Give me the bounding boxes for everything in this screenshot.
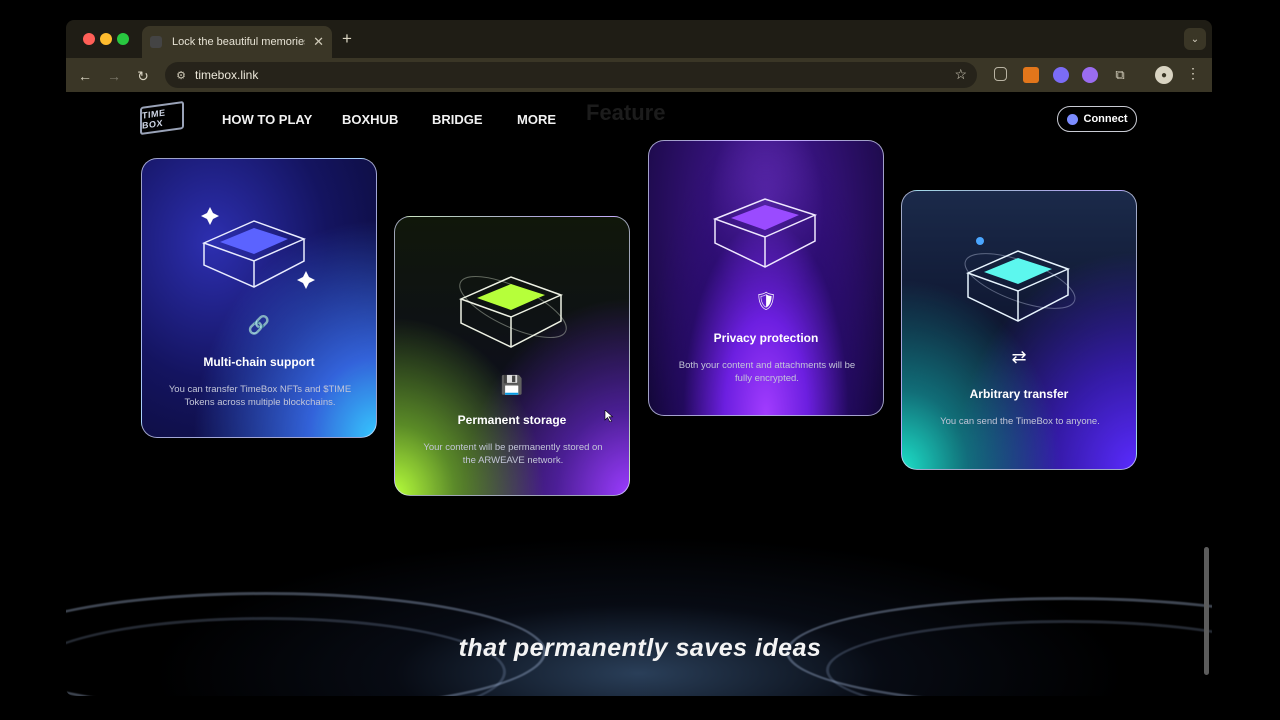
address-bar[interactable]: ⚙ timebox.link ☆ (165, 62, 977, 88)
close-window-button[interactable] (83, 33, 95, 45)
favicon-icon (150, 36, 162, 48)
tab-search-chevron-icon[interactable]: ⌄ (1184, 28, 1206, 50)
browser-menu-icon[interactable]: ⋮ (1186, 65, 1200, 82)
card-description: Your content will be permanently stored … (423, 442, 603, 466)
feature-card-permanent-storage[interactable]: 💾 Permanent storage Your content will be… (394, 216, 630, 496)
phantom-extension-icon[interactable] (1082, 67, 1098, 83)
extensions-puzzle-icon[interactable]: ⧉ (1112, 67, 1128, 83)
feature-card-privacy[interactable]: 🛡 Privacy protection Both your content a… (648, 140, 884, 416)
connect-wallet-button[interactable]: Connect (1057, 106, 1137, 132)
feature-card-arbitrary-transfer[interactable]: ⇄ Arbitrary transfer You can send the Ti… (901, 190, 1137, 470)
box-illustration-icon (712, 198, 818, 268)
back-arrow-icon[interactable]: ← (74, 65, 96, 87)
maximize-window-button[interactable] (117, 33, 129, 45)
bookmark-star-icon[interactable]: ☆ (954, 66, 967, 83)
url-text[interactable]: timebox.link (195, 68, 258, 82)
card-title: Privacy protection (713, 331, 819, 345)
minimize-window-button[interactable] (100, 33, 112, 45)
feature-card-multi-chain[interactable]: 🔗 Multi-chain support You can transfer T… (141, 158, 377, 438)
link-icon: 🔗 (247, 315, 271, 335)
shield-check-icon: 🛡 (754, 291, 778, 311)
card-title: Permanent storage (457, 413, 567, 427)
reload-icon[interactable]: ↻ (132, 65, 154, 87)
new-tab-button[interactable]: + (342, 29, 352, 49)
box-illustration-icon (201, 207, 315, 289)
metamask-extension-icon[interactable] (1023, 67, 1039, 83)
floppy-disk-icon: 💾 (500, 375, 524, 395)
video-caption: that permanently saves ideas (458, 634, 822, 662)
card-description: You can send the TimeBox to anyone. (940, 416, 1100, 427)
card-title: Arbitrary transfer (969, 387, 1069, 401)
tab-title: Lock the beautiful memories (172, 36, 306, 48)
web-page: Feature TIME BOX HOW TO PLAY BOXHUB BRID… (66, 92, 1212, 696)
nav-bridge[interactable]: BRIDGE (432, 112, 483, 127)
site-navbar: TIME BOX HOW TO PLAY BOXHUB BRIDGE MORE … (66, 92, 1212, 148)
mouse-cursor-icon (604, 410, 614, 422)
card-title: Multi-chain support (203, 355, 315, 369)
site-settings-icon[interactable]: ⚙ (173, 67, 189, 83)
transfer-icon: ⇄ (1011, 347, 1027, 367)
nav-boxhub[interactable]: BOXHUB (342, 112, 398, 127)
box-illustration-icon (964, 237, 1076, 322)
card-description: You can transfer TimeBox NFTs and $TIME … (168, 384, 352, 408)
browser-toolbar: ← → ↻ ⚙ timebox.link ☆ ⧉ ● ⋮ (66, 58, 1212, 92)
connect-label: Connect (1083, 113, 1128, 125)
box-illustration-icon (458, 276, 567, 348)
ethereum-icon (1066, 113, 1078, 125)
tab-bar: Lock the beautiful memories ✕ + ⌄ (66, 20, 1212, 58)
nav-how-to-play[interactable]: HOW TO PLAY (222, 112, 312, 127)
wallet-extension-icon[interactable] (1053, 67, 1069, 83)
card-description: Both your content and attachments will b… (678, 360, 856, 384)
browser-window: Lock the beautiful memories ✕ + ⌄ ← → ↻ … (66, 20, 1212, 696)
nav-more[interactable]: MORE (517, 112, 556, 127)
shield-extension-icon[interactable] (994, 67, 1007, 81)
forward-arrow-icon[interactable]: → (103, 65, 125, 87)
profile-avatar-icon[interactable]: ● (1155, 66, 1173, 84)
tab-close-icon[interactable]: ✕ (313, 34, 324, 50)
timebox-logo[interactable]: TIME BOX (140, 100, 184, 136)
browser-tab[interactable]: Lock the beautiful memories ✕ (142, 26, 332, 58)
